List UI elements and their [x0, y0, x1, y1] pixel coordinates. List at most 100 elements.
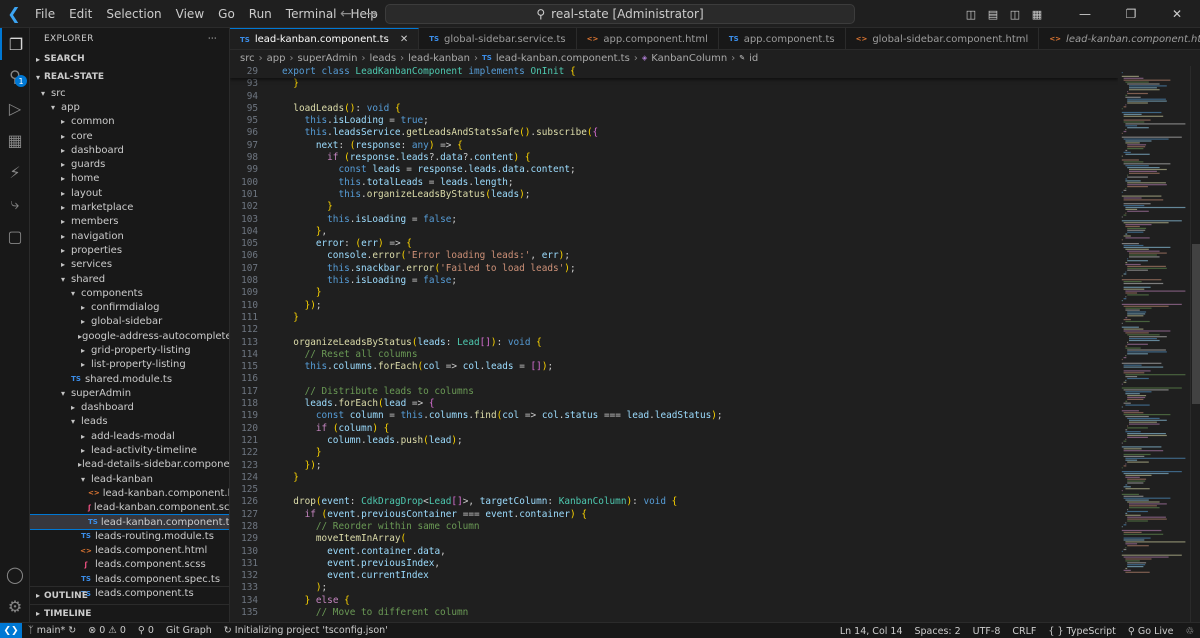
encoding-status[interactable]: UTF-8 — [967, 626, 1007, 637]
menu-file[interactable]: File — [28, 0, 62, 28]
tree-item[interactable]: ▸ add-leads-modal — [30, 429, 229, 443]
menu-view[interactable]: View — [169, 0, 211, 28]
code-line[interactable]: 120 if (column) { — [230, 423, 1118, 435]
code-line[interactable]: 124 } — [230, 472, 1118, 484]
code-line[interactable]: 95 loadLeads(): void { — [230, 103, 1118, 115]
tree-item[interactable]: ʃ lead-kanban.component.scss — [30, 501, 229, 515]
tree-item[interactable]: ▸ services — [30, 258, 229, 272]
customize-layout-icon[interactable]: ▦ — [1026, 8, 1048, 21]
tree-item[interactable]: ▸ layout — [30, 186, 229, 200]
code-line[interactable]: 96 this.leadsService.getLeadsAndStatsSaf… — [230, 127, 1118, 139]
tree-item[interactable]: ▾ shared — [30, 272, 229, 286]
problems-status[interactable]: ⊗ 0 ⚠ 0 — [82, 625, 132, 636]
root-folder-section[interactable]: ▾ REAL-STATE — [30, 68, 229, 86]
account-icon[interactable]: ◯ — [0, 558, 30, 590]
tree-item[interactable]: ▸ grid-property-listing — [30, 343, 229, 357]
ports-status[interactable]: ⚲ 0 — [132, 625, 160, 636]
tree-item[interactable]: ▸ dashboard — [30, 401, 229, 415]
breadcrumb-item[interactable]: id — [749, 53, 758, 64]
tree-item[interactable]: ▸ navigation — [30, 229, 229, 243]
menu-selection[interactable]: Selection — [99, 0, 168, 28]
lightning-icon[interactable]: ⚡ — [0, 156, 30, 188]
code-line[interactable]: 98 if (response.leads?.data?.content) { — [230, 152, 1118, 164]
tree-item[interactable]: <> leads.component.html — [30, 544, 229, 558]
code-line[interactable]: 128 // Reorder within same column — [230, 521, 1118, 533]
tree-item[interactable]: ▸ list-property-listing — [30, 358, 229, 372]
toggle-secondary-sidebar-icon[interactable]: ◫ — [1004, 8, 1026, 21]
code-line[interactable]: 123 }); — [230, 460, 1118, 472]
code-line[interactable]: 29 export class LeadKanbanComponent imple… — [230, 66, 1118, 78]
tree-item[interactable]: ▸ properties — [30, 243, 229, 257]
code-line[interactable]: 114 // Reset all columns — [230, 349, 1118, 361]
back-arrow-icon[interactable]: ← — [340, 6, 352, 22]
code-line[interactable]: 101 this.organizeLeadsByStatus(leads); — [230, 189, 1118, 201]
tree-item[interactable]: ▸ members — [30, 215, 229, 229]
code-line[interactable]: 106 console.error('Error loading leads:'… — [230, 250, 1118, 262]
code-line[interactable]: 127 if (event.previousContainer === even… — [230, 509, 1118, 521]
toggle-sidebar-icon[interactable]: ◫ — [960, 8, 982, 21]
more-actions-icon[interactable]: ⋯ — [208, 34, 217, 44]
minimap[interactable] — [1118, 66, 1188, 622]
breadcrumb-item[interactable]: src — [240, 53, 255, 64]
code-line[interactable]: 93 } — [230, 78, 1118, 90]
code-line[interactable]: 105 error: (err) => { — [230, 238, 1118, 250]
code-editor[interactable]: 93 } 94 95 loadLeads(): void {95 this.isLo… — [230, 66, 1118, 622]
menu-run[interactable]: Run — [242, 0, 279, 28]
editor-tab[interactable]: <> app.component.html — [577, 28, 719, 49]
code-line[interactable]: 125 — [230, 484, 1118, 496]
explorer-icon[interactable]: ❐ — [0, 28, 30, 60]
tree-item[interactable]: ▸ home — [30, 172, 229, 186]
code-line[interactable]: 132 event.currentIndex — [230, 570, 1118, 582]
tree-item[interactable]: ▾ src — [30, 86, 229, 100]
forward-arrow-icon[interactable]: → — [366, 6, 378, 22]
sticky-scroll-header[interactable]: 29 export class LeadKanbanComponent imple… — [230, 66, 1118, 79]
remote-explorer-icon[interactable]: ▢ — [0, 220, 30, 252]
tree-item[interactable]: ▾ leads — [30, 415, 229, 429]
git-graph-status[interactable]: Git Graph — [160, 625, 218, 636]
timeline-section[interactable]: ▸ TIMELINE — [30, 604, 229, 622]
command-center[interactable]: ⚲ real-state [Administrator] — [385, 4, 855, 24]
editor-tab[interactable]: TS global-sidebar.service.ts — [419, 28, 577, 49]
code-line[interactable]: 130 event.container.data, — [230, 546, 1118, 558]
code-line[interactable]: 95 this.isLoading = true; — [230, 115, 1118, 127]
search-section[interactable]: ▸ SEARCH — [30, 50, 229, 68]
code-line[interactable]: 119 const column = this.columns.find(col… — [230, 410, 1118, 422]
run-debug-icon[interactable]: ▷ — [0, 92, 30, 124]
code-line[interactable]: 97 next: (response: any) => { — [230, 140, 1118, 152]
settings-gear-icon[interactable]: ⚙ — [0, 590, 30, 622]
breadcrumb-item[interactable]: lead-kanban — [408, 53, 470, 64]
tree-item[interactable]: TS leads-routing.module.ts — [30, 529, 229, 543]
breadcrumb-item[interactable]: lead-kanban.component.ts — [496, 53, 630, 64]
tree-item[interactable]: ▸ google-address-autocomplete — [30, 329, 229, 343]
menu-terminal[interactable]: Terminal — [279, 0, 344, 28]
tree-item[interactable]: ▸ global-sidebar — [30, 315, 229, 329]
close-window-icon[interactable]: ✕ — [1154, 7, 1200, 21]
code-line[interactable]: 133 ); — [230, 582, 1118, 594]
menu-edit[interactable]: Edit — [62, 0, 99, 28]
extensions-icon[interactable]: ▦ — [0, 124, 30, 156]
tree-item[interactable]: TS shared.module.ts — [30, 372, 229, 386]
code-line[interactable]: 126 drop(event: CdkDragDrop<Lead[]>, tar… — [230, 496, 1118, 508]
tree-item[interactable]: ▾ superAdmin — [30, 386, 229, 400]
tree-item[interactable]: ʃ leads.component.scss — [30, 558, 229, 572]
code-line[interactable]: 102 } — [230, 201, 1118, 213]
tree-item[interactable]: ▸lead-details-sidebar.component.ts — [30, 458, 229, 472]
code-line[interactable]: 110 }); — [230, 300, 1118, 312]
source-control-icon[interactable]: ⚲ 1 — [0, 60, 30, 92]
code-line[interactable]: 109 } — [230, 287, 1118, 299]
code-line[interactable]: 111 } — [230, 312, 1118, 324]
code-line[interactable]: 103 this.isLoading = false; — [230, 214, 1118, 226]
language-status[interactable]: { } TypeScript — [1042, 626, 1122, 637]
code-line[interactable]: 122 } — [230, 447, 1118, 459]
scrollbar-thumb[interactable] — [1192, 244, 1200, 404]
remote-indicator-icon[interactable]: ❮❯ — [0, 622, 22, 638]
minimize-icon[interactable]: — — [1062, 7, 1108, 21]
tree-item[interactable]: TS lead-kanban.component.ts — [30, 513, 229, 531]
tree-item[interactable]: <>lead-kanban.component.html — [30, 486, 229, 500]
code-line[interactable]: 116 — [230, 373, 1118, 385]
restore-icon[interactable]: ❐ — [1108, 7, 1154, 21]
tree-item[interactable]: ▸ lead-activity-timeline — [30, 443, 229, 457]
code-line[interactable]: 104 }, — [230, 226, 1118, 238]
breadcrumb-item[interactable]: KanbanColumn — [651, 53, 727, 64]
code-line[interactable]: 118 leads.forEach(lead => { — [230, 398, 1118, 410]
